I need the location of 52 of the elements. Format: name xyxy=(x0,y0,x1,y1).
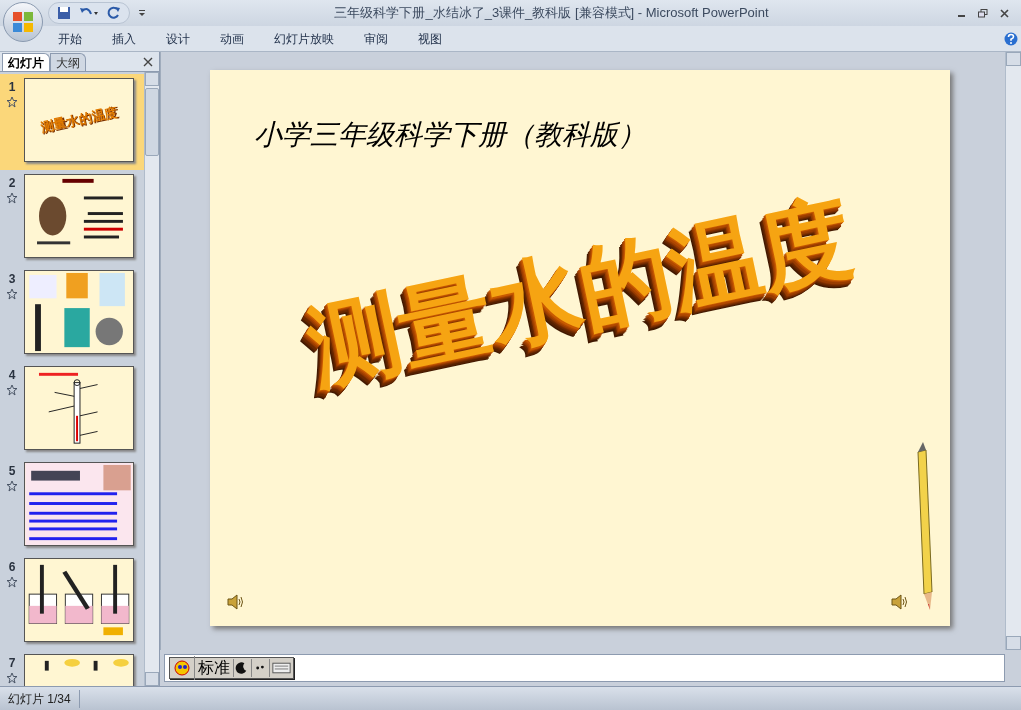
slide-number: 2 xyxy=(8,175,16,192)
ribbon-tab[interactable]: 视图 xyxy=(418,29,442,48)
slide-thumbnail-row[interactable]: 2 xyxy=(0,170,144,266)
customize-toolbar-icon[interactable] xyxy=(138,9,146,17)
slide-number: 1 xyxy=(8,79,16,96)
office-logo-icon xyxy=(12,11,34,33)
star-icon xyxy=(6,288,18,300)
scrollbar[interactable] xyxy=(144,72,159,686)
thumbnail-title: 测量水的温度 xyxy=(38,103,120,138)
redo-icon[interactable] xyxy=(107,6,121,20)
ribbon-tab[interactable]: 幻灯片放映 xyxy=(274,29,334,48)
ime-toolbar[interactable]: 标准 xyxy=(169,657,294,679)
slide-thumbnail-row[interactable]: 5 xyxy=(0,458,144,554)
star-icon xyxy=(6,384,18,396)
speaker-icon[interactable] xyxy=(226,592,246,612)
slide-thumbnail-row[interactable]: 6 xyxy=(0,554,144,650)
slide-thumbnail-row[interactable]: 1 测量水的温度 xyxy=(0,74,144,170)
close-icon[interactable] xyxy=(143,57,153,67)
slide-number: 6 xyxy=(8,559,16,576)
ribbon-tab[interactable]: 审阅 xyxy=(364,29,388,48)
window-title: 三年级科学下册_水结冰了_3课件_教科版 [兼容模式] - Microsoft PowerPoint xyxy=(334,4,769,23)
office-button[interactable] xyxy=(3,2,43,42)
ribbon-tab[interactable]: 开始 xyxy=(58,29,82,48)
slide-thumbnail-row[interactable]: 3 xyxy=(0,266,144,362)
ribbon-tab[interactable]: 动画 xyxy=(220,29,244,48)
slide-number: 4 xyxy=(8,367,16,384)
slide-subtitle: 小学三年级科学下册（教科版） xyxy=(254,117,647,153)
pane-tab[interactable]: 大纲 xyxy=(50,53,86,71)
speaker-icon[interactable] xyxy=(890,592,910,612)
ribbon-tab[interactable]: 插入 xyxy=(112,29,136,48)
ime-mode[interactable]: 标准 xyxy=(194,656,233,680)
save-icon[interactable] xyxy=(57,6,71,20)
slide-thumbnail-row[interactable]: 7 xyxy=(0,650,144,686)
slide-number: 5 xyxy=(8,463,16,480)
notes-pane[interactable]: 标准 xyxy=(164,654,1005,682)
star-icon xyxy=(6,96,18,108)
star-icon xyxy=(6,480,18,492)
pane-tab[interactable]: 幻灯片 xyxy=(2,53,50,71)
slide-number: 3 xyxy=(8,271,16,288)
star-icon xyxy=(6,192,18,204)
restore-icon[interactable] xyxy=(978,8,988,18)
star-icon xyxy=(6,576,18,588)
slide-counter: 幻灯片 1/34 xyxy=(0,689,80,708)
slide-thumbnail-row[interactable]: 4 xyxy=(0,362,144,458)
star-icon xyxy=(6,672,18,684)
ribbon-tab[interactable]: 设计 xyxy=(166,29,190,48)
ime-logo-icon xyxy=(172,659,192,677)
close-icon[interactable] xyxy=(1000,8,1009,18)
scrollbar[interactable] xyxy=(1005,52,1021,650)
slide-title: 测量水的温度 xyxy=(300,189,860,395)
slide-number: 7 xyxy=(8,655,16,672)
help-icon[interactable] xyxy=(1004,31,1018,46)
